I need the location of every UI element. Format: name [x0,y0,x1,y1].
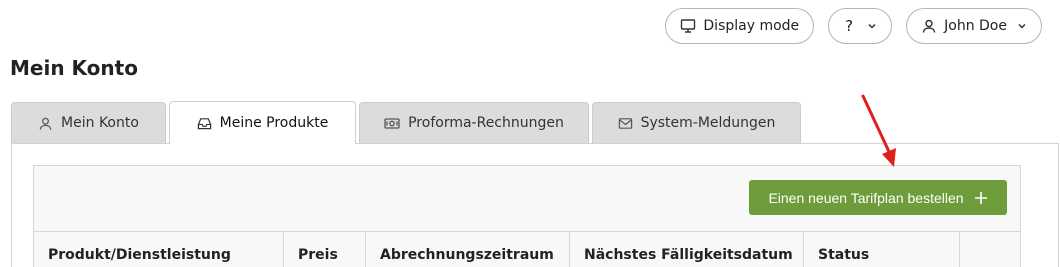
chevron-down-icon [867,21,877,31]
help-menu-button[interactable]: ? [828,8,893,44]
account-tabs: Mein Konto Meine Produkte Proforma-Rechn… [11,101,801,144]
chevron-down-icon [1017,21,1027,31]
column-header[interactable]: Abrechnungszeitraum [366,232,570,267]
user-icon [38,116,53,131]
inbox-icon [197,116,212,131]
column-header[interactable]: Preis [284,232,366,267]
header-controls: Display mode ? John Doe [665,8,1042,44]
tab-label: Mein Konto [61,115,139,131]
monitor-icon [680,18,696,34]
order-new-plan-label: Einen neuen Tarifplan bestellen [768,189,964,206]
help-label: ? [845,17,854,35]
tab-proforma-rechnungen[interactable]: Proforma-Rechnungen [359,102,589,143]
user-icon [921,18,937,34]
annotation-arrow-icon [861,94,896,167]
user-name: John Doe [944,18,1007,34]
column-header[interactable]: Produkt/Dienstleistung [34,232,284,267]
products-table-header: Produkt/Dienstleistung Preis Abrechnungs… [34,231,1020,267]
order-new-plan-button[interactable]: Einen neuen Tarifplan bestellen [749,180,1007,215]
tab-system-meldungen[interactable]: System-Meldungen [592,102,801,143]
products-box: Einen neuen Tarifplan bestellen Produkt/… [33,165,1021,267]
page-title: Mein Konto [10,56,138,80]
column-header[interactable]: Status [804,232,960,267]
money-icon [384,116,400,131]
tab-mein-konto[interactable]: Mein Konto [11,102,166,143]
tab-label: System-Meldungen [640,115,776,131]
envelope-icon [618,116,633,131]
plus-icon [974,191,988,205]
tab-label: Proforma-Rechnungen [408,115,564,131]
user-menu-button[interactable]: John Doe [906,8,1042,44]
display-mode-button[interactable]: Display mode [665,8,815,44]
column-header-actions [960,232,1020,267]
tab-content-panel: Einen neuen Tarifplan bestellen Produkt/… [11,143,1059,267]
column-header[interactable]: Nächstes Fälligkeitsdatum [570,232,804,267]
display-mode-label: Display mode [703,18,800,34]
tab-label: Meine Produkte [219,115,329,131]
tab-meine-produkte[interactable]: Meine Produkte [169,101,356,144]
